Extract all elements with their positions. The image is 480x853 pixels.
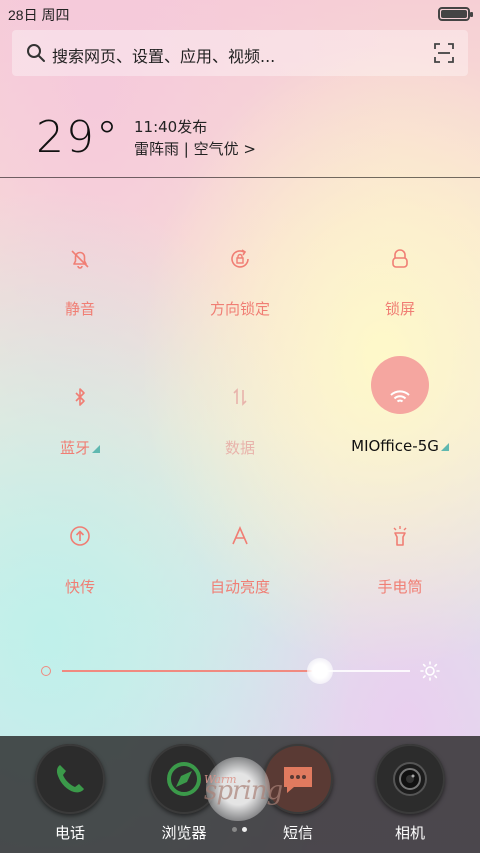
toggle-rotation-lock[interactable]: 方向锁定 (160, 248, 320, 348)
toggle-label: 蓝牙 (59, 439, 90, 457)
quick-transfer-icon (70, 526, 90, 546)
page-dot (232, 827, 237, 832)
search-bar[interactable]: 搜索网页、设置、应用、视频... (12, 30, 468, 76)
brightness-slider[interactable] (62, 658, 410, 684)
bell-off-icon (71, 250, 89, 269)
lock-icon (392, 249, 408, 268)
dock-app-label: 浏览器 (161, 824, 207, 842)
wifi-icon (390, 390, 410, 403)
status-bar: 28日 周四 (0, 0, 480, 28)
weather-temperature: 29° (36, 112, 120, 163)
toggle-label: MIOffice-5G (351, 437, 439, 455)
toggle-flashlight[interactable]: 手电筒 (320, 525, 480, 625)
toggle-lock-screen[interactable]: 锁屏 (320, 248, 480, 348)
toggle-quick-transfer[interactable]: 快传 (0, 525, 160, 625)
toggle-label: 手电筒 (377, 578, 423, 596)
toggle-label-wrap: MIOffice-5G (320, 437, 480, 455)
toggle-label: 自动亮度 (209, 578, 270, 596)
page-indicator (228, 826, 252, 834)
search-icon (27, 44, 45, 62)
dock-app-phone[interactable]: 电话 (10, 744, 130, 849)
battery-icon (438, 7, 473, 21)
page-dot-active (242, 827, 247, 832)
dock-app-label: 短信 (282, 824, 313, 842)
toggle-label: 快传 (64, 578, 95, 596)
toggle-mute[interactable]: 静音 (0, 248, 160, 348)
toggle-label: 方向锁定 (209, 300, 270, 318)
expand-indicator-icon (440, 443, 449, 451)
phone-icon (35, 744, 105, 814)
toggle-label: 静音 (64, 300, 95, 318)
dock-app-label: 相机 (394, 824, 425, 842)
weather-description[interactable]: 雷阵雨 | 空气优 > (134, 138, 256, 159)
toggle-auto-brightness[interactable]: 自动亮度 (160, 525, 320, 625)
bluetooth-icon (75, 388, 85, 406)
toggle-mobile-data[interactable]: 数据 (160, 386, 320, 486)
toggle-bluetooth[interactable]: 蓝牙 (0, 386, 160, 486)
watermark-big-text: spring (204, 776, 283, 806)
scan-icon[interactable] (434, 43, 454, 63)
toggle-label: 锁屏 (384, 300, 415, 318)
flashlight-icon (393, 526, 407, 546)
brightness-low-icon (41, 666, 51, 676)
toggle-label-wrap: 蓝牙 (0, 437, 160, 458)
toggle-wifi[interactable]: MIOffice-5G (320, 356, 480, 486)
auto-brightness-icon (232, 526, 248, 545)
brightness-high-icon (420, 661, 440, 681)
toggle-label: 数据 (224, 439, 255, 457)
brightness-slider-thumb[interactable] (306, 658, 333, 684)
dock-app-camera[interactable]: 相机 (350, 744, 470, 849)
watermark: Warm spring (204, 768, 283, 806)
search-input[interactable]: 搜索网页、设置、应用、视频... (52, 43, 275, 67)
weather-publish-time: 11:40发布 (134, 118, 208, 136)
rotation-lock-icon (231, 249, 249, 268)
camera-icon (375, 744, 445, 814)
expand-indicator-icon (92, 445, 100, 453)
status-date: 28日 周四 (8, 7, 70, 23)
brightness-slider-fill (62, 670, 320, 672)
dock-app-label: 电话 (54, 824, 85, 842)
data-arrows-icon (233, 388, 247, 406)
